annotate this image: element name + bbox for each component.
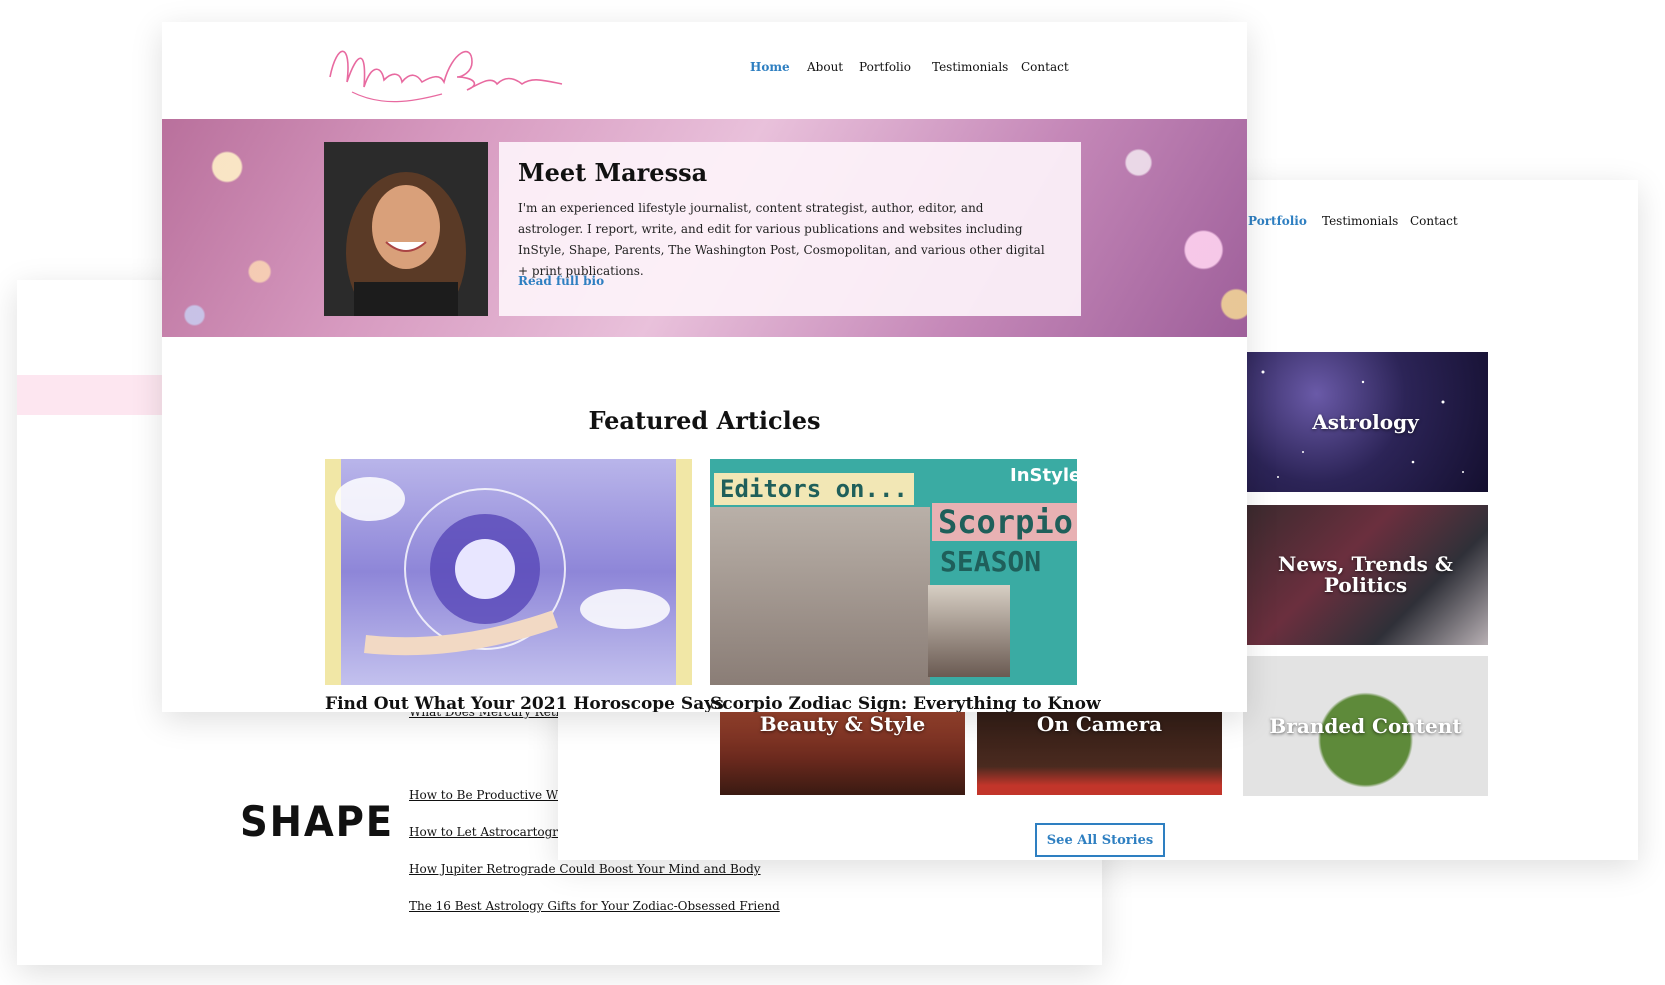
home-page-card: Home About Portfolio Testimonials Contac… (162, 22, 1247, 712)
category-label: On Camera (1036, 712, 1163, 736)
image-caption-editors: Editors on... (714, 473, 914, 505)
signature-logo-graphic (329, 50, 563, 103)
shape-logo: SHAPE (240, 797, 394, 846)
article-image-horoscope[interactable] (325, 459, 692, 685)
article-title[interactable]: Scorpio Zodiac Sign: Everything to Know (710, 694, 1101, 712)
category-label: Branded Content (1269, 713, 1462, 738)
shape-article-link[interactable]: The 16 Best Astrology Gifts for Your Zod… (409, 899, 780, 913)
image-caption-scorpio: Scorpio (932, 503, 1077, 541)
shape-article-link[interactable]: How to Be Productive While (409, 788, 581, 802)
nav-contact[interactable]: Contact (1021, 60, 1069, 74)
nav-testimonials[interactable]: Testimonials (1322, 214, 1398, 228)
maressa-brown-logo[interactable] (322, 32, 572, 112)
nav-testimonials[interactable]: Testimonials (932, 60, 1008, 74)
see-all-stories-button[interactable]: See All Stories (1035, 823, 1165, 857)
nav-about[interactable]: About (807, 60, 843, 74)
article-title[interactable]: Find Out What Your 2021 Horoscope Says (325, 694, 724, 712)
featured-articles-title: Featured Articles (588, 406, 821, 435)
category-tile-astrology[interactable]: Astrology (1243, 352, 1488, 492)
category-tile-news[interactable]: News, Trends & Politics (1243, 505, 1488, 645)
category-label: Beauty & Style (759, 712, 926, 736)
nav-portfolio[interactable]: Portfolio (859, 60, 911, 74)
category-tile-beauty[interactable]: Beauty & Style (720, 700, 965, 795)
portrait-graphic (346, 172, 466, 316)
bio-title: Meet Maressa (518, 158, 708, 187)
pink-band (17, 375, 177, 415)
nav-home[interactable]: Home (750, 60, 790, 74)
nav-contact[interactable]: Contact (1410, 214, 1458, 228)
image-caption-season: SEASON (940, 545, 1042, 578)
category-tile-on-camera[interactable]: On Camera (977, 700, 1222, 795)
shape-article-link[interactable]: How Jupiter Retrograde Could Boost Your … (409, 862, 761, 876)
article-image-scorpio[interactable]: Editors on... InStyle Scorpio SEASON (710, 459, 1077, 685)
video-still-left (710, 507, 930, 685)
read-full-bio-link[interactable]: Read full bio (518, 274, 604, 288)
profile-photo (324, 142, 488, 316)
bio-text: I'm an experienced lifestyle journalist,… (518, 201, 1045, 278)
zodiac-wheel-graphic (325, 459, 692, 685)
category-label: News, Trends & Politics (1278, 552, 1453, 597)
video-still-right (928, 585, 1010, 677)
instyle-logo: InStyle (1010, 465, 1077, 486)
category-tile-branded[interactable]: Branded Content (1243, 656, 1488, 796)
category-label: Astrology (1312, 409, 1419, 434)
nav-portfolio[interactable]: Portfolio (1248, 214, 1307, 228)
